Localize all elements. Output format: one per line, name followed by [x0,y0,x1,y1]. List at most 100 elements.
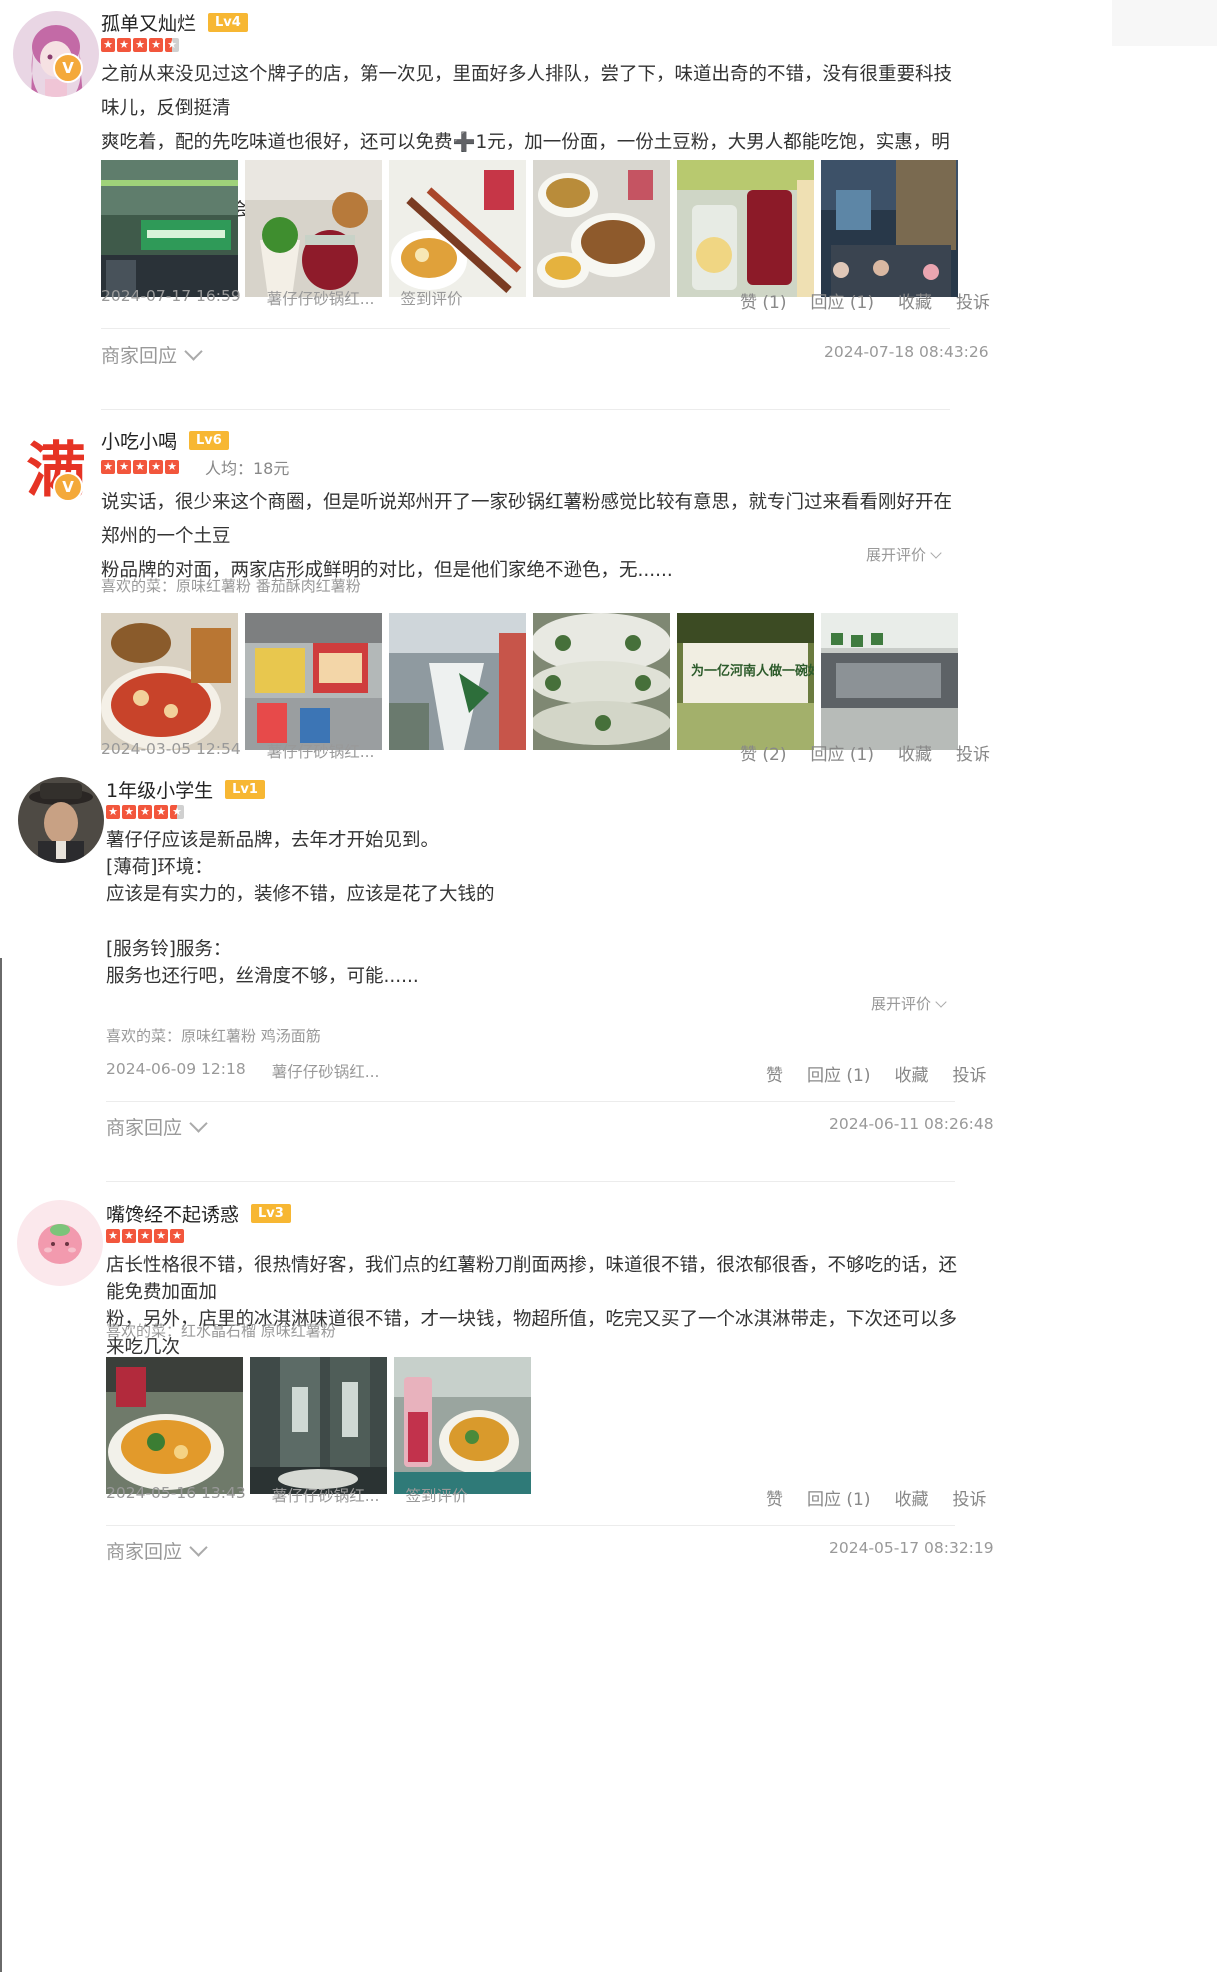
review-photo[interactable] [821,613,958,750]
reply-button[interactable]: 回应 (1) [810,288,873,313]
verified-badge: V [53,472,83,502]
review-actions: 赞 回应 (1) 收藏 投诉 [766,1485,986,1510]
star-icon [101,36,115,54]
review-actions: 赞 (2) 回应 (1) 收藏 投诉 [740,740,990,765]
expand-label: 展开评价 [871,995,932,1013]
favorite-button[interactable]: 收藏 [894,1485,928,1510]
user-avatar[interactable] [13,11,99,97]
rating-row [101,34,179,56]
like-button[interactable]: 赞 (1) [740,288,786,313]
review-date: 2024-03-05 12:54 [101,740,241,758]
chevron-down-icon [930,546,942,559]
report-button[interactable]: 投诉 [956,288,990,313]
review-photo[interactable] [533,613,670,750]
user-avatar[interactable] [17,1200,103,1286]
shop-link[interactable]: 薯仔仔砂锅红... [267,287,375,309]
star-icon [138,803,152,821]
review-photo[interactable] [101,613,238,750]
reply-button[interactable]: 回应 (1) [810,740,873,765]
chevron-down-icon [189,1114,208,1133]
report-button[interactable]: 投诉 [952,1061,986,1086]
favorite-button[interactable]: 收藏 [898,740,932,765]
star-icon [170,1227,184,1245]
level-badge: Lv4 [208,12,248,32]
chevron-down-icon [184,342,203,361]
review-date: 2024-06-09 12:18 [106,1060,246,1078]
merchant-reply-toggle[interactable]: 商家回应 [106,1113,208,1140]
user-info: 1年级小学生 Lv1 [106,774,265,804]
shop-link[interactable]: 薯仔仔砂锅红... [272,1060,380,1082]
review-photo[interactable] [389,160,526,297]
review-photo[interactable] [533,160,670,297]
star-icon [138,1227,152,1245]
merchant-reply-toggle[interactable]: 商家回应 [106,1537,208,1564]
expand-review-button[interactable]: 展开评价 [871,993,947,1014]
star-rating [101,36,179,54]
expand-review-button[interactable]: 展开评价 [866,544,942,565]
username[interactable]: 小吃小喝 [101,427,177,454]
like-button[interactable]: 赞 (2) [740,740,786,765]
star-rating [106,803,184,821]
divider [101,409,950,410]
star-icon [133,458,147,476]
star-icon [101,458,115,476]
chevron-down-icon [935,995,947,1008]
merchant-reply-time: 2024-05-17 08:32:19 [829,1539,994,1557]
star-icon [133,36,147,54]
reply-button[interactable]: 回应 (1) [807,1485,870,1510]
rating-row [106,801,184,823]
review-photo[interactable] [101,160,238,297]
left-edge-line [0,958,2,1972]
divider [106,1181,955,1182]
review-text: 说实话，很少来这个商圈，但是听说郑州开了一家砂锅红薯粉感觉比较有意思，就专门过来… [101,492,953,581]
user-avatar[interactable] [18,777,104,863]
per-capita-price: 人均：18元 [205,459,290,478]
chevron-down-icon [189,1538,208,1557]
user-info: 孤单又灿烂 Lv4 [101,7,248,37]
report-button[interactable]: 投诉 [956,740,990,765]
favorite-button[interactable]: 收藏 [894,1061,928,1086]
star-icon [154,803,168,821]
username[interactable]: 嘴馋经不起诱惑 [106,1200,239,1227]
reply-button[interactable]: 回应 (1) [807,1061,870,1086]
review-photo[interactable] [389,613,526,750]
half-star-icon [170,803,184,821]
user-avatar[interactable]: 满 [13,428,99,514]
shop-link[interactable]: 薯仔仔砂锅红... [267,740,375,762]
half-star-icon [165,36,179,54]
user-info: 小吃小喝 Lv6 [101,425,229,455]
merchant-reply-label: 商家回应 [101,345,178,367]
star-icon [149,36,163,54]
star-rating [101,458,179,476]
star-icon [117,36,131,54]
shop-link[interactable]: 薯仔仔砂锅红... [272,1484,380,1506]
favorite-dishes: 喜欢的菜：原味红薯粉 番茄酥肉红薯粉 [101,577,361,595]
username[interactable]: 1年级小学生 [106,776,213,803]
avatar-character: 满 [26,436,86,506]
report-button[interactable]: 投诉 [952,1485,986,1510]
review-photo[interactable] [245,613,382,750]
star-icon [149,458,163,476]
review-photo[interactable] [245,160,382,297]
level-badge: Lv3 [251,1203,291,1223]
review-photo[interactable] [394,1357,531,1494]
review-photo[interactable] [821,160,958,297]
review-photo[interactable]: 为一亿河南人做一碗好粉 [677,613,814,750]
review-photo[interactable] [106,1357,243,1494]
expand-label: 展开评价 [866,546,927,564]
username[interactable]: 孤单又灿烂 [101,9,196,36]
review-photo[interactable] [677,160,814,297]
star-rating [106,1227,184,1245]
rating-row [106,1225,184,1247]
star-icon [117,458,131,476]
checkin-tag: 签到评价 [400,290,463,308]
review-actions: 赞 (1) 回应 (1) 收藏 投诉 [740,288,990,313]
merchant-reply-label: 商家回应 [106,1541,183,1563]
like-button[interactable]: 赞 [766,1061,783,1086]
merchant-reply-label: 商家回应 [106,1117,183,1139]
merchant-reply-toggle[interactable]: 商家回应 [101,341,203,368]
review-photo[interactable] [250,1357,387,1494]
like-button[interactable]: 赞 [766,1485,783,1510]
star-icon [122,803,136,821]
favorite-button[interactable]: 收藏 [898,288,932,313]
